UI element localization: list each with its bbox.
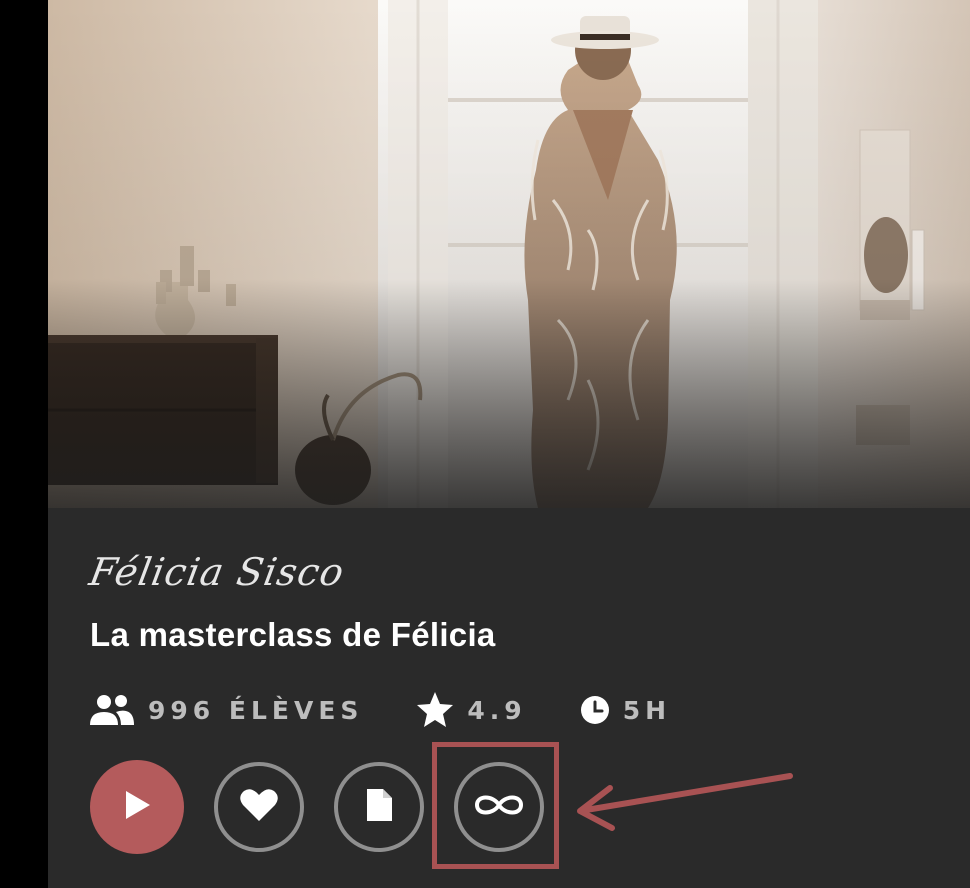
heart-icon xyxy=(239,787,279,828)
users-icon xyxy=(88,693,136,727)
play-icon xyxy=(122,789,152,826)
instructor-name: Félicia Sisco xyxy=(86,550,348,594)
course-stats: 996 ÉLÈVES 4.9 5H xyxy=(88,692,723,728)
course-cover-image xyxy=(48,0,970,508)
clock-icon xyxy=(579,694,611,726)
star-icon xyxy=(415,691,455,729)
favorite-button[interactable] xyxy=(214,762,304,852)
rating-stat: 4.9 xyxy=(415,691,526,729)
students-count: 996 ÉLÈVES xyxy=(148,695,364,725)
rating-value: 4.9 xyxy=(467,695,527,725)
duration-stat: 5H xyxy=(579,694,671,726)
course-title: La masterclass de Félicia xyxy=(90,616,496,653)
duration-value: 5H xyxy=(622,695,672,725)
annotation-highlight-box xyxy=(432,742,559,869)
play-button[interactable] xyxy=(90,760,184,854)
document-button[interactable] xyxy=(334,762,424,852)
left-edge-strip xyxy=(0,0,48,888)
annotation-arrow xyxy=(568,766,798,841)
students-stat: 996 ÉLÈVES xyxy=(88,693,363,727)
document-icon xyxy=(364,787,394,828)
